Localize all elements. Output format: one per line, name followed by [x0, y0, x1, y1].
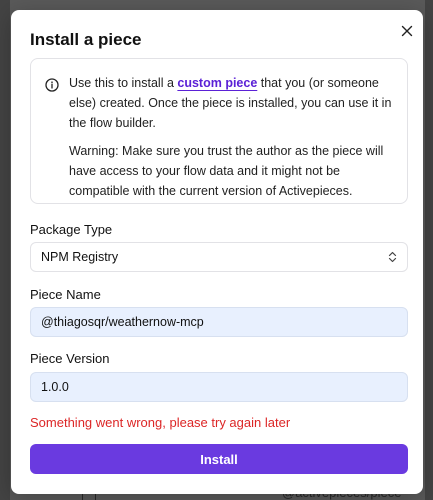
piece-name-label: Piece Name: [30, 287, 101, 302]
close-button[interactable]: [399, 23, 415, 39]
background-panel-right: [425, 0, 433, 500]
info-icon: [45, 78, 59, 92]
install-button[interactable]: Install: [30, 444, 408, 474]
install-piece-dialog: Install a piece Use this to install a cu…: [11, 10, 423, 494]
dialog-title: Install a piece: [30, 30, 142, 49]
info-text-start: Use this to install a: [69, 76, 178, 90]
info-description: Use this to install a custom piece that …: [69, 73, 393, 133]
custom-piece-link[interactable]: custom piece: [177, 76, 257, 90]
piece-version-label: Piece Version: [30, 351, 110, 366]
info-callout: Use this to install a custom piece that …: [30, 58, 408, 204]
package-type-value: NPM Registry: [41, 250, 119, 264]
info-warning: Warning: Make sure you trust the author …: [69, 144, 384, 198]
piece-name-input[interactable]: [30, 307, 408, 337]
piece-version-input[interactable]: [30, 372, 408, 402]
chevron-up-down-icon: [388, 251, 397, 263]
background-panel-left: [0, 0, 10, 500]
error-message: Something went wrong, please try again l…: [30, 415, 291, 430]
package-type-select[interactable]: NPM Registry: [30, 242, 408, 272]
package-type-label: Package Type: [30, 222, 113, 237]
close-icon: [401, 25, 413, 37]
